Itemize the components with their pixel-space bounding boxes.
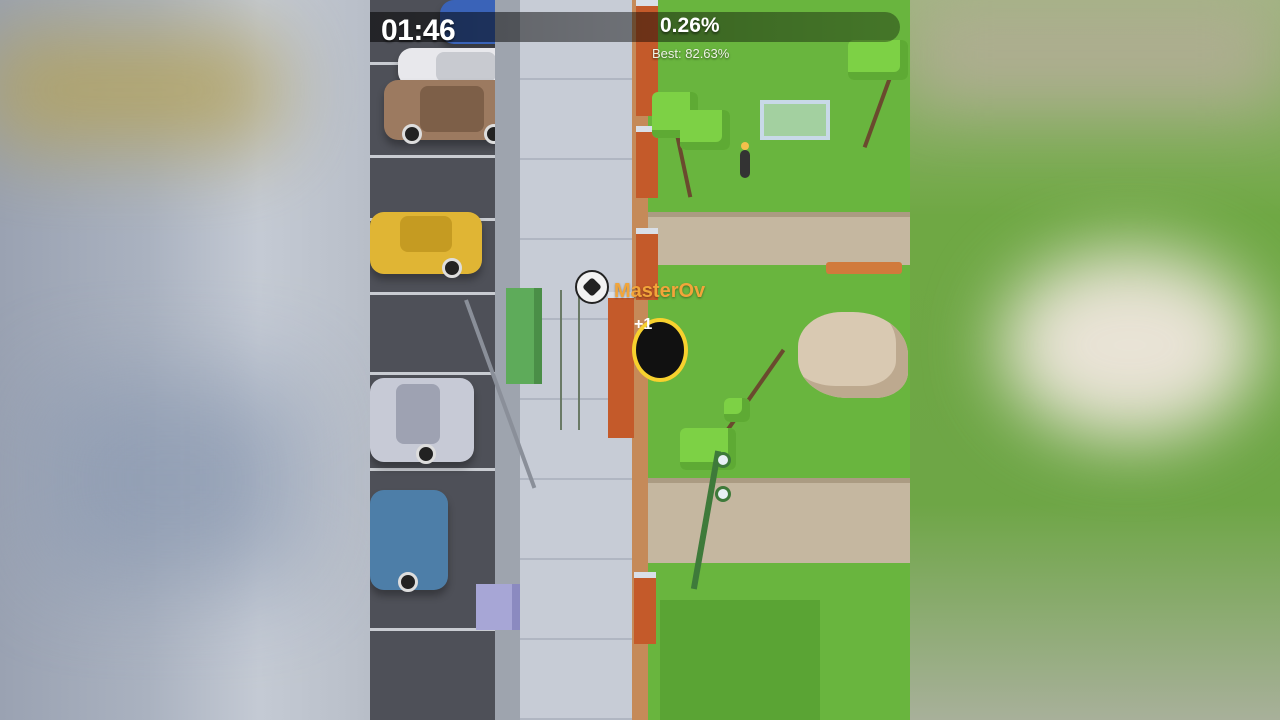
- car-teal: [370, 490, 448, 592]
- tree: [724, 398, 750, 422]
- park-path-upper: [648, 212, 910, 265]
- brick-pillar: [608, 292, 634, 438]
- green-utility-box: [506, 288, 542, 384]
- grass-shadow: [660, 600, 820, 720]
- tree: [680, 110, 730, 150]
- score-gain: +1: [634, 316, 653, 333]
- boulder: [798, 312, 908, 398]
- rail-left: [560, 290, 562, 430]
- blurred-background-right: [910, 0, 1280, 720]
- park-bench: [826, 262, 902, 274]
- lamp-light: [715, 486, 731, 502]
- park-path-lower: [648, 478, 910, 563]
- picnic-table: [760, 100, 830, 140]
- purple-mailbox: [476, 584, 520, 630]
- blurred-background-left: [0, 0, 370, 720]
- timer: 01:46: [381, 14, 456, 47]
- best-score: Best: 82.63%: [652, 46, 730, 61]
- brick-pillar: [634, 572, 656, 644]
- soccer-ball: [575, 270, 609, 304]
- lamp-light: [715, 452, 731, 468]
- tree: [848, 40, 908, 80]
- car-yellow: [370, 212, 482, 278]
- park-visitor: [740, 142, 750, 178]
- game-viewport[interactable]: +1 MasterOv 01:46 0.26% Best: 82.63%: [370, 0, 910, 720]
- car-silver: [370, 378, 474, 464]
- player-name: MasterOv: [614, 280, 706, 302]
- progress-percent: 0.26%: [660, 14, 720, 37]
- rail-right: [578, 290, 580, 430]
